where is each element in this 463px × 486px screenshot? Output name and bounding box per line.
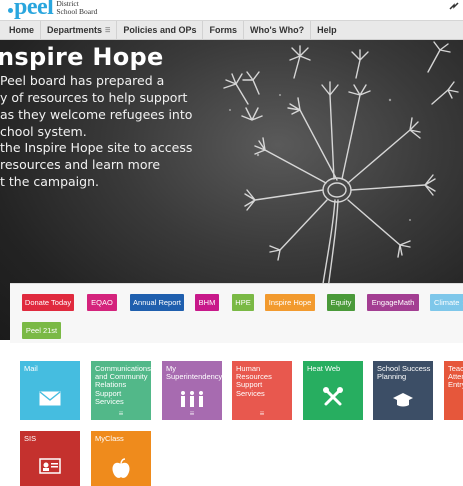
share-icon[interactable]	[449, 2, 459, 10]
quick-link-label: Annual Report	[133, 298, 181, 307]
tile-label: Communications and Community Relations S…	[95, 364, 151, 406]
quick-link-label: Inspire Hope	[268, 298, 312, 307]
quick-link-donate-today[interactable]: Donate Today	[22, 294, 74, 311]
tile-human-resources[interactable]: Human Resources Support Services ≡	[232, 361, 292, 420]
tile-teacher-attendance[interactable]: Teacher Attendance Entry	[444, 361, 463, 420]
quick-link-label: EQAO	[91, 298, 113, 307]
logo-subtitle-line2: School Board	[56, 6, 98, 16]
envelope-icon	[20, 391, 80, 406]
people-icon	[162, 390, 222, 408]
logo-subtitle: District School Board	[56, 0, 97, 15]
peel-logo[interactable]: peel District School Board	[8, 0, 97, 20]
tile-label: My Superintendency	[166, 364, 222, 382]
quick-link-label: BHM	[198, 298, 216, 307]
hero-line: as they welcome refugees into	[0, 107, 193, 122]
quick-link-inspire-hope[interactable]: Inspire Hope	[265, 294, 315, 311]
quick-link-label: Peel 21st	[25, 326, 58, 335]
quick-link-eqao[interactable]: EQAO	[87, 294, 117, 311]
tile-label: Human Resources Support Services	[236, 364, 272, 398]
quick-link-equity[interactable]: Equity	[327, 294, 355, 311]
tile-label: Mail	[24, 364, 38, 373]
menu-icon: ☰	[105, 27, 111, 34]
quick-link-annual-report[interactable]: Annual Report	[130, 294, 184, 311]
hero-line: chool system.	[0, 124, 87, 139]
quick-link-label: EngageMath	[371, 298, 415, 307]
nav-label: Help	[317, 25, 337, 35]
tile-mail[interactable]: Mail	[20, 361, 80, 420]
hero-line: t the campaign.	[0, 174, 99, 189]
nav-label: Departments	[47, 25, 103, 35]
tile-communications[interactable]: Communications and Community Relations S…	[91, 361, 151, 420]
hero-paragraph-1: Peel board has prepared a y of resources…	[0, 72, 200, 140]
tile-heat-web[interactable]: Heat Web	[303, 361, 363, 420]
tile-label: School Success Planning	[377, 364, 431, 382]
site-header: peel District School Board	[0, 0, 463, 20]
menu-icon: ≡	[259, 409, 265, 418]
quick-link-label: Equity	[330, 298, 352, 307]
quick-link-hpe[interactable]: HPE	[232, 294, 254, 311]
hero-line: resources and learn more	[0, 157, 161, 172]
nav-label: Who's Who?	[249, 25, 305, 35]
tile-label: Teacher Attendance Entry	[448, 364, 463, 390]
quick-link-label: HPE	[235, 298, 251, 307]
tile-my-superintendency[interactable]: My Superintendency ≡	[162, 361, 222, 420]
logo-dot	[8, 8, 13, 13]
tile-label: SIS	[24, 434, 37, 443]
nav-help[interactable]: Help	[311, 21, 343, 40]
quick-links-panel: Donate Today EQAO Annual Report BHM HPE …	[10, 283, 463, 343]
hero-paragraph-2: the Inspire Hope site to access resource…	[0, 139, 200, 190]
tile-sis[interactable]: SIS	[20, 431, 80, 486]
graduation-cap-icon	[373, 392, 433, 408]
nav-label: Forms	[209, 25, 237, 35]
hero-line: Peel board has prepared a	[0, 73, 165, 88]
tile-myclass[interactable]: MyClass	[91, 431, 151, 486]
nav-policies[interactable]: Policies and OPs	[117, 20, 204, 40]
quick-link-label: Donate Today	[24, 298, 72, 307]
quick-link-bhm[interactable]: BHM	[195, 294, 219, 311]
nav-departments[interactable]: Departments ☰	[41, 20, 118, 40]
nav-label: Home	[9, 25, 35, 35]
quick-link-peel-21st[interactable]: Peel 21st	[22, 322, 61, 339]
menu-icon: ≡	[118, 409, 124, 418]
quick-link-climate[interactable]: Climate›	[430, 294, 463, 311]
hero-title: nspire Hope	[0, 43, 164, 71]
apple-icon	[91, 458, 151, 480]
logo-wordmark: peel	[14, 0, 54, 20]
hero-line: the Inspire Hope site to access	[0, 140, 193, 155]
portal-page: peel District School Board Home Departme…	[0, 0, 463, 486]
tile-school-success-planning[interactable]: School Success Planning	[373, 361, 433, 420]
menu-icon: ≡	[189, 409, 195, 418]
id-card-icon	[20, 458, 80, 474]
nav-label: Policies and OPs	[123, 25, 197, 35]
hero-line: y of resources to help support	[0, 90, 188, 105]
quick-link-engagemath[interactable]: EngageMath	[367, 294, 419, 311]
nav-whos-who[interactable]: Who's Who?	[244, 20, 312, 40]
nav-home[interactable]: Home	[0, 20, 42, 40]
tile-label: MyClass	[95, 434, 124, 443]
tools-icon	[303, 386, 363, 408]
nav-forms[interactable]: Forms	[203, 20, 244, 40]
quick-link-label: Climate	[434, 298, 460, 307]
main-nav: Home Departments ☰ Policies and OPs Forms…	[0, 20, 463, 40]
tile-label: Heat Web	[307, 364, 341, 373]
app-tiles: Mail Communications and Community Relati…	[0, 343, 463, 486]
